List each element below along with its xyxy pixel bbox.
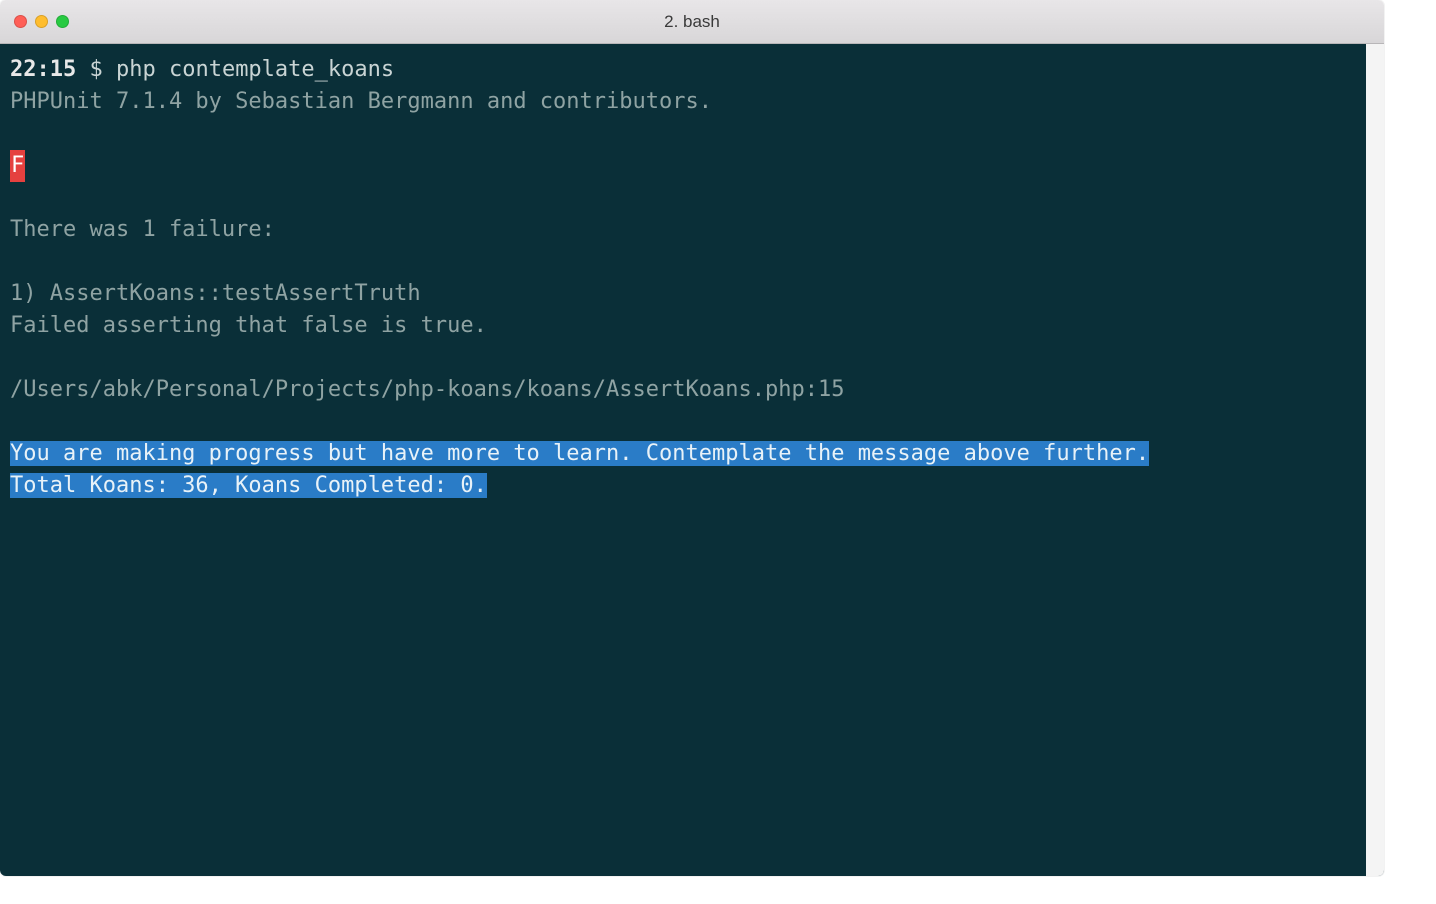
failure-path: /Users/abk/Personal/Projects/php-koans/k… (10, 374, 1350, 406)
titlebar[interactable]: 2. bash (0, 0, 1384, 44)
prompt-time: 22:15 (10, 57, 76, 82)
terminal-body[interactable]: 22:15 $ php contemplate_koans PHPUnit 7.… (0, 44, 1384, 876)
progress-line-1: You are making progress but have more to… (10, 438, 1350, 470)
scrollbar[interactable] (1366, 44, 1384, 876)
selected-text[interactable]: Total Koans: 36, Koans Completed: 0. (10, 473, 487, 498)
blank-line (10, 182, 1350, 214)
phpunit-version-line: PHPUnit 7.1.4 by Sebastian Bergmann and … (10, 86, 1350, 118)
window-title: 2. bash (664, 12, 720, 32)
blank-line (10, 246, 1350, 278)
failure-header: There was 1 failure: (10, 214, 1350, 246)
progress-line-2: Total Koans: 36, Koans Completed: 0. (10, 470, 1350, 502)
minimize-button[interactable] (35, 15, 48, 28)
command-text: php contemplate_koans (116, 57, 394, 82)
terminal-content[interactable]: 22:15 $ php contemplate_koans PHPUnit 7.… (10, 54, 1350, 502)
traffic-lights (14, 15, 69, 28)
terminal-window: 2. bash 22:15 $ php contemplate_koans PH… (0, 0, 1384, 876)
prompt-symbol: $ (89, 57, 102, 82)
failure-marker-line: F (10, 150, 1350, 182)
close-button[interactable] (14, 15, 27, 28)
blank-line (10, 118, 1350, 150)
blank-line (10, 342, 1350, 374)
selected-text[interactable]: You are making progress but have more to… (10, 441, 1149, 466)
failure-test-name: 1) AssertKoans::testAssertTruth (10, 278, 1350, 310)
failure-badge: F (10, 150, 25, 182)
failure-message: Failed asserting that false is true. (10, 310, 1350, 342)
blank-line (10, 406, 1350, 438)
maximize-button[interactable] (56, 15, 69, 28)
prompt-line: 22:15 $ php contemplate_koans (10, 54, 1350, 86)
